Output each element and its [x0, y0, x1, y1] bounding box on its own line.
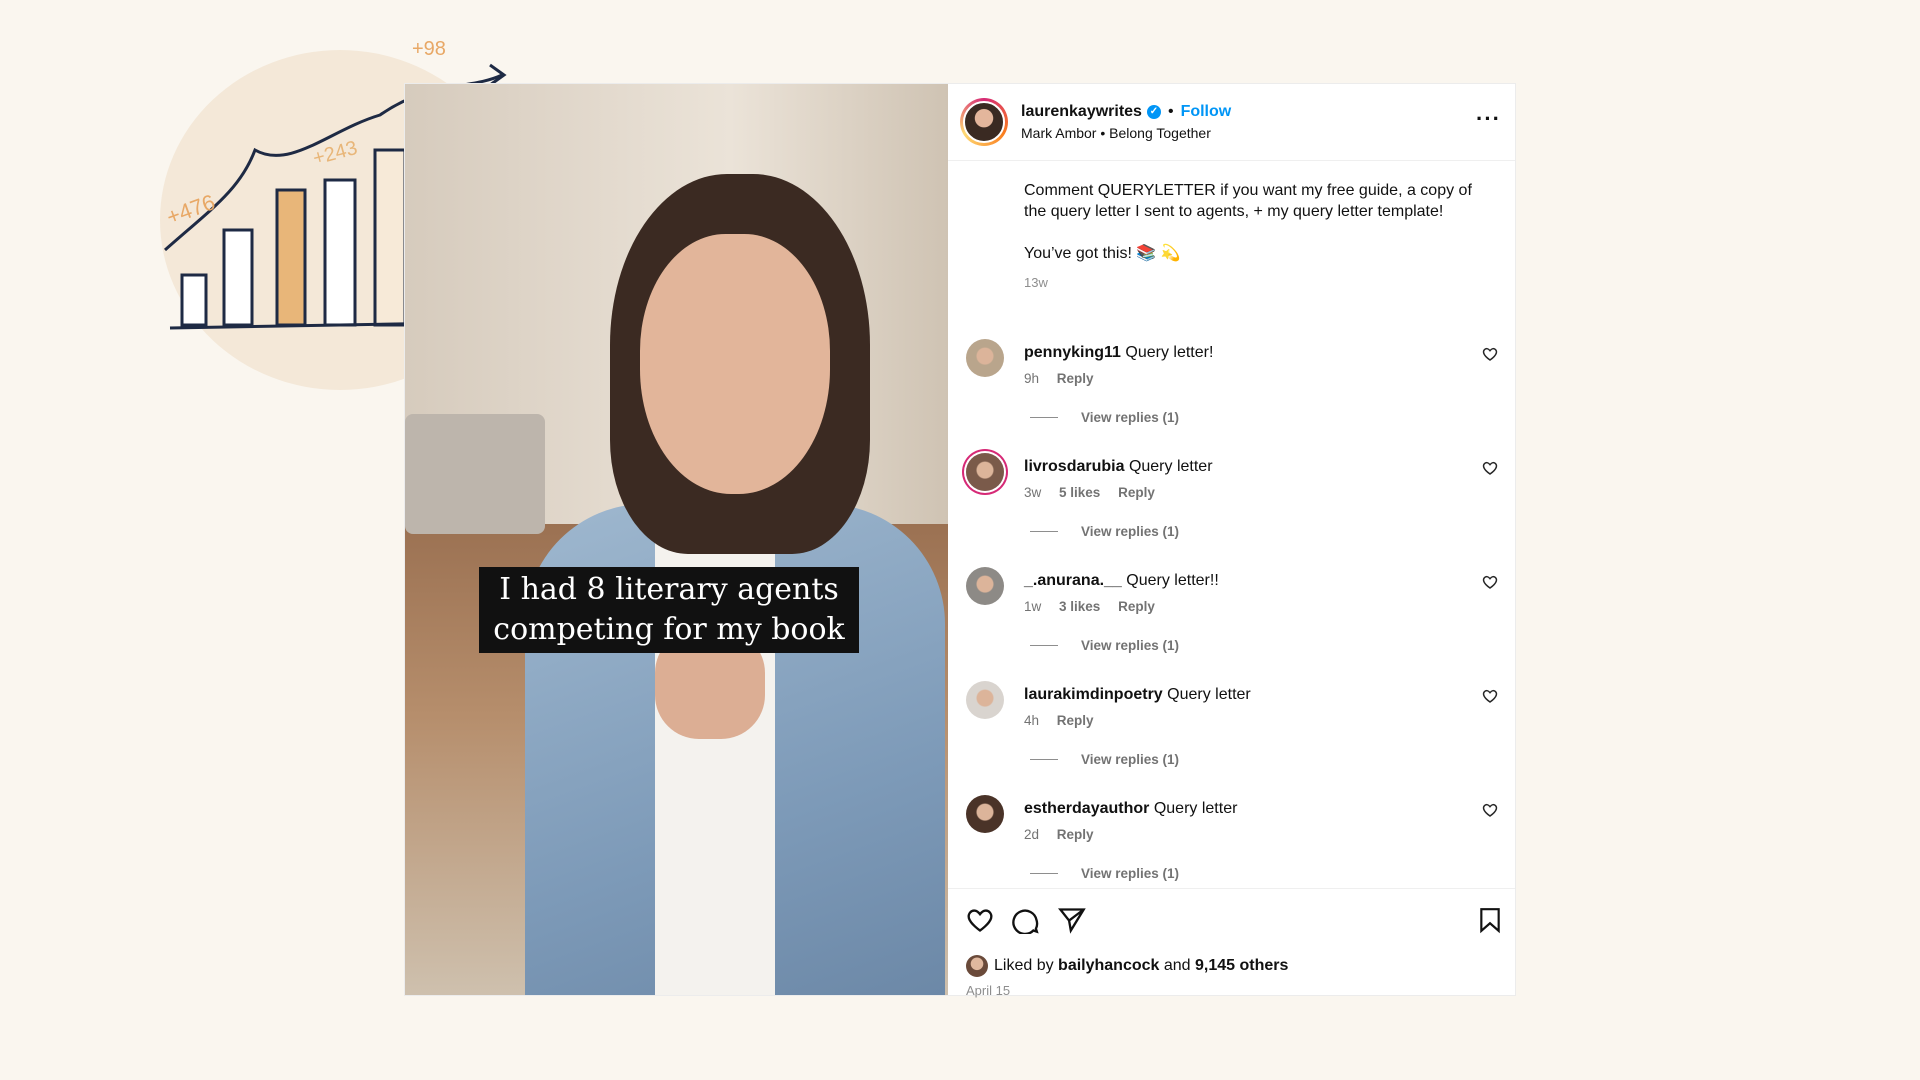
post-date: April 15 [966, 983, 1011, 998]
commenter-avatar[interactable] [966, 567, 1004, 605]
comment-text: Query letter [1128, 458, 1213, 475]
follow-button[interactable]: Follow [1181, 103, 1232, 121]
comment-time: 1w [1024, 599, 1042, 614]
comment-item: laurakimdinpoetry Query letter 4h Reply … [966, 681, 1506, 767]
view-replies-label: View replies (1) [1081, 524, 1180, 539]
comment-like-heart-icon[interactable] [1482, 574, 1498, 590]
comment-like-heart-icon[interactable] [1482, 802, 1498, 818]
more-options-icon[interactable]: ··· [1476, 106, 1501, 132]
reply-button[interactable]: Reply [1057, 713, 1094, 728]
save-bookmark-icon[interactable] [1477, 906, 1503, 934]
video-caption-overlay: I had 8 literary agents competing for my… [479, 567, 859, 653]
comment-username[interactable]: estherdayauthor [1024, 800, 1149, 817]
replies-divider [1030, 531, 1058, 532]
author-avatar[interactable] [960, 98, 1008, 146]
commenter-avatar[interactable] [966, 339, 1004, 377]
comment-text: Query letter!! [1126, 572, 1219, 589]
caption-timestamp: 13w [1024, 275, 1048, 290]
instagram-post: I had 8 literary agents competing for my… [404, 83, 1516, 998]
liked-user[interactable]: bailyhancock [1058, 957, 1159, 975]
comment-username[interactable]: livrosdarubia [1024, 458, 1124, 475]
comment-likes[interactable]: 3 likes [1059, 599, 1100, 614]
likes-count[interactable]: 9,145 others [1195, 957, 1288, 975]
commenter-avatar[interactable] [966, 453, 1004, 491]
replies-divider [1030, 417, 1058, 418]
caption-text-2: You’ve got this! 📚 💫 [1024, 245, 1181, 262]
view-replies-label: View replies (1) [1081, 866, 1180, 881]
audio-artist: Mark Ambor [1021, 125, 1097, 141]
view-replies-label: View replies (1) [1081, 638, 1180, 653]
like-heart-icon[interactable] [966, 906, 994, 934]
comment-item: estherdayauthor Query letter 2d Reply Vi… [966, 795, 1506, 881]
comment-item: livrosdarubia Query letter 3w 5 likes Re… [966, 453, 1506, 539]
view-replies-label: View replies (1) [1081, 410, 1180, 425]
view-replies-button[interactable]: View replies (1) [1024, 752, 1506, 767]
caption-text: Comment QUERYLETTER if you want my free … [1024, 182, 1472, 220]
replies-divider [1030, 759, 1058, 760]
view-replies-button[interactable]: View replies (1) [1024, 410, 1506, 425]
view-replies-button[interactable]: View replies (1) [1024, 866, 1506, 881]
reply-button[interactable]: Reply [1118, 599, 1155, 614]
comment-username[interactable]: laurakimdinpoetry [1024, 686, 1163, 703]
separator-dot: • [1100, 125, 1110, 141]
view-replies-label: View replies (1) [1081, 752, 1180, 767]
comment-time: 3w [1024, 485, 1042, 500]
reply-button[interactable]: Reply [1118, 485, 1155, 500]
share-send-icon[interactable] [1058, 906, 1086, 934]
comment-time: 4h [1024, 713, 1040, 728]
post-caption: Comment QUERYLETTER if you want my free … [1024, 180, 1484, 293]
comment-item: _.anurana.__ Query letter!! 1w 3 likes R… [966, 567, 1506, 653]
comment-username[interactable]: _.anurana.__ [1024, 572, 1122, 589]
replies-divider [1030, 645, 1058, 646]
comment-like-heart-icon[interactable] [1482, 346, 1498, 362]
comment-time: 9h [1024, 371, 1040, 386]
overlay-line: competing for my book [493, 612, 845, 647]
commenter-avatar[interactable] [966, 681, 1004, 719]
author-username[interactable]: laurenkaywrites [1021, 103, 1142, 121]
overlay-line: I had 8 literary agents [499, 572, 839, 607]
comment-text: Query letter! [1125, 344, 1214, 361]
audio-title: Belong Together [1109, 125, 1211, 141]
post-video[interactable]: I had 8 literary agents competing for my… [405, 84, 948, 995]
comment-icon[interactable] [1012, 906, 1040, 934]
view-replies-button[interactable]: View replies (1) [1024, 638, 1506, 653]
view-replies-button[interactable]: View replies (1) [1024, 524, 1506, 539]
comment-time: 2d [1024, 827, 1040, 842]
comment-username[interactable]: pennyking11 [1024, 344, 1121, 361]
comment-like-heart-icon[interactable] [1482, 460, 1498, 476]
liked-by-label: Liked by [994, 957, 1054, 974]
likes-summary[interactable]: Liked by bailyhancock and 9,145 others [966, 955, 1288, 977]
comment-like-heart-icon[interactable] [1482, 688, 1498, 704]
liked-and: and [1163, 957, 1191, 974]
audio-info[interactable]: Mark Ambor • Belong Together [1021, 125, 1231, 141]
separator-dot: • [1167, 103, 1174, 120]
comment-likes[interactable]: 5 likes [1059, 485, 1100, 500]
liker-avatar [966, 955, 988, 977]
comment-text: Query letter [1153, 800, 1238, 817]
comment-text: Query letter [1167, 686, 1251, 703]
doodle-label: +98 [412, 38, 446, 60]
reply-button[interactable]: Reply [1057, 371, 1094, 386]
comment-item: pennyking11 Query letter! 9h Reply View … [966, 339, 1506, 425]
reply-button[interactable]: Reply [1057, 827, 1094, 842]
verified-icon: ✓ [1146, 105, 1161, 119]
action-bar: Liked by bailyhancock and 9,145 others A… [948, 888, 1515, 998]
commenter-avatar[interactable] [966, 795, 1004, 833]
post-side-panel: laurenkaywrites ✓ • Follow Mark Ambor • … [948, 84, 1515, 998]
post-header: laurenkaywrites ✓ • Follow Mark Ambor • … [948, 84, 1515, 161]
replies-divider [1030, 873, 1058, 874]
